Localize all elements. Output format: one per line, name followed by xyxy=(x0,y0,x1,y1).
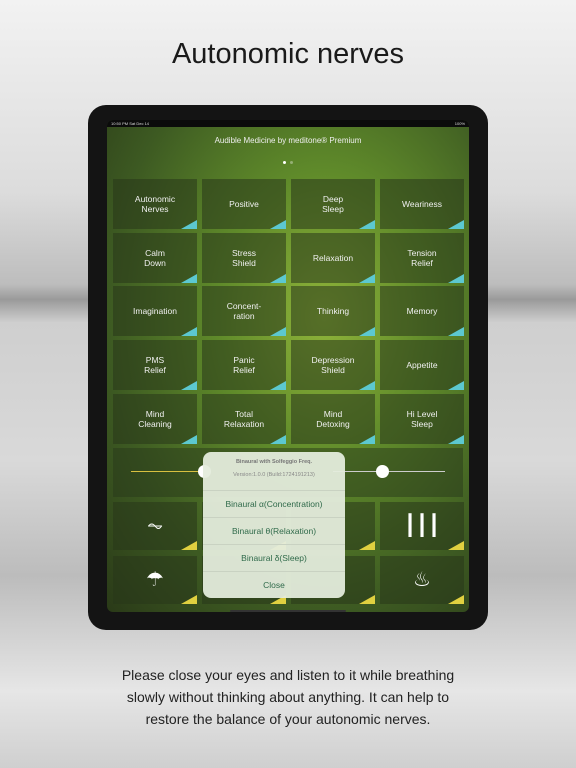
menu-item-concentration[interactable]: Binaural α(Concentration) xyxy=(203,490,345,517)
slider-track-left xyxy=(131,471,201,472)
program-button[interactable]: Total Relaxation xyxy=(202,393,286,444)
program-button[interactable]: Tension Relief xyxy=(380,232,464,283)
slider-track-right xyxy=(333,471,445,472)
description-line: Please close your eyes and listen to it … xyxy=(121,667,455,683)
program-button[interactable]: Mind Detoxing xyxy=(291,393,375,444)
app-header: Audible Medicine by meditone® Premium xyxy=(214,136,362,145)
program-button[interactable]: Thinking xyxy=(291,286,375,337)
program-button[interactable]: Relaxation xyxy=(291,232,375,283)
sound-button[interactable]: ┃┃┃ xyxy=(380,502,464,550)
page-title: Autonomic nerves xyxy=(171,38,405,70)
program-button[interactable]: Appetite xyxy=(380,340,464,391)
page-indicator[interactable] xyxy=(107,161,469,164)
menu-item-sleep[interactable]: Binaural δ(Sleep) xyxy=(203,544,345,571)
program-button[interactable]: Calm Down xyxy=(113,232,197,283)
home-indicator xyxy=(230,610,346,612)
campfire-icon: ♨ xyxy=(413,569,431,591)
status-time: 10:50 PM Sat Dec 14 xyxy=(111,121,150,126)
popup-title: Binaural with Solfeggio Freq. xyxy=(235,459,313,465)
program-button[interactable]: Weariness xyxy=(380,179,464,229)
program-button[interactable]: Deep Sleep xyxy=(291,179,375,229)
popup-version: Version:1.0.0 (Build:1724191213) xyxy=(233,472,315,478)
sound-button[interactable]: ☂ xyxy=(113,556,197,604)
sound-button[interactable]: ♨ xyxy=(380,556,464,604)
program-button[interactable]: Imagination xyxy=(113,286,197,337)
program-button[interactable]: Concent- ration xyxy=(202,286,286,337)
battery-status: 100% xyxy=(454,121,465,126)
description: Please close your eyes and listen to it … xyxy=(0,664,576,730)
sound-wave-icon: ┃┃┃ xyxy=(403,515,441,537)
program-button[interactable]: Mind Cleaning xyxy=(113,393,197,444)
slider-knob-right[interactable] xyxy=(376,465,389,478)
sound-button[interactable]: ⏦ xyxy=(113,502,197,550)
program-button[interactable]: Positive xyxy=(202,179,286,229)
heartbeat-icon: ⏦ xyxy=(146,515,164,537)
program-button[interactable]: Stress Shield xyxy=(202,232,286,283)
menu-item-relaxation[interactable]: Binaural θ(Relaxation) xyxy=(203,517,345,544)
status-bar: 10:50 PM Sat Dec 14 100% xyxy=(107,120,469,127)
binaural-menu-popup: Binaural with Solfeggio Freq. Version:1.… xyxy=(203,452,345,598)
program-button[interactable]: Hi Level Sleep xyxy=(380,393,464,444)
close-button[interactable]: Close xyxy=(203,571,345,598)
program-button[interactable]: Depression Shield xyxy=(291,340,375,391)
program-button[interactable]: Memory xyxy=(380,286,464,337)
program-button[interactable]: Autonomic Nerves xyxy=(113,179,197,229)
umbrella-icon: ☂ xyxy=(146,569,164,591)
description-line: restore the balance of your autonomic ne… xyxy=(145,711,431,727)
description-line: slowly without thinking about anything. … xyxy=(126,689,450,705)
program-button[interactable]: PMS Relief xyxy=(113,340,197,391)
page-dot[interactable] xyxy=(283,161,286,164)
program-button[interactable]: Panic Relief xyxy=(202,340,286,391)
page-dot[interactable] xyxy=(290,161,293,164)
